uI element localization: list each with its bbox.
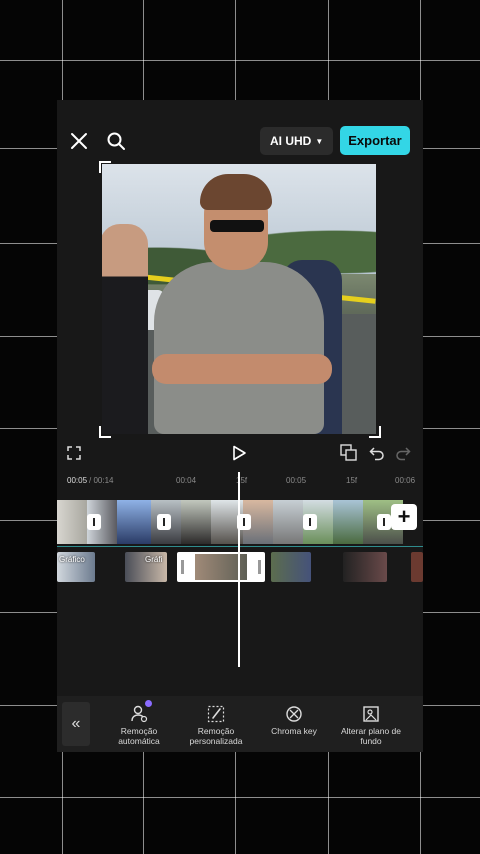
time-ruler: 00:05 / 00:14 00:04 15f 00:05 15f 00:06: [57, 472, 423, 488]
transition-marker[interactable]: [377, 514, 391, 530]
current-time: 00:05: [67, 476, 88, 485]
bottom-toolbar: « Remoção automática Remoção personaliza…: [57, 696, 423, 752]
redo-icon[interactable]: [394, 444, 412, 462]
tool-label: Remoção automática: [118, 726, 160, 746]
double-chevron-left-icon: «: [71, 715, 81, 732]
tool-chroma-key[interactable]: Chroma key: [256, 704, 332, 736]
overlay-clip[interactable]: [411, 552, 423, 582]
ruler-mark: 00:04: [176, 476, 197, 485]
tool-label: Remoção personalizada: [189, 726, 243, 746]
transition-marker[interactable]: [87, 514, 101, 530]
overlay-clip-selected[interactable]: [177, 552, 265, 582]
overlay-track[interactable]: Gráfico Gráfi: [57, 552, 423, 582]
transition-marker[interactable]: [303, 514, 317, 530]
tool-label: Chroma key: [271, 726, 317, 736]
overlay-clip[interactable]: [271, 552, 311, 582]
chevron-down-icon: ▼: [315, 136, 324, 146]
video-preview[interactable]: [57, 161, 423, 438]
video-frame: [102, 164, 376, 434]
ruler-mark: 00:05: [286, 476, 307, 485]
brush-icon: [206, 704, 226, 724]
play-icon[interactable]: [230, 444, 248, 462]
keyframe-icon[interactable]: [340, 444, 358, 462]
overlay-clip[interactable]: Gráfi: [125, 552, 167, 582]
fullscreen-icon[interactable]: [65, 444, 83, 462]
playhead[interactable]: [238, 472, 240, 667]
clip-label: Gráfi: [145, 555, 163, 564]
tool-label: Alterar plano de fundo: [340, 726, 401, 746]
transition-marker[interactable]: [157, 514, 171, 530]
track-divider: [57, 546, 423, 547]
player-controls: [57, 438, 423, 468]
export-button[interactable]: Exportar: [340, 126, 410, 155]
person-remove-icon: [129, 700, 152, 724]
crop-handle-top-left[interactable]: [99, 161, 111, 173]
crop-handle-bottom-left[interactable]: [99, 426, 111, 438]
clip-label: Gráfico: [59, 555, 85, 564]
collapse-toolbar-button[interactable]: «: [62, 702, 90, 746]
top-bar: AI UHD ▼ Exportar: [57, 100, 423, 162]
editor-window: AI UHD ▼ Exportar 00:05 / 00:14 00:04 15…: [57, 100, 423, 752]
overlay-clip[interactable]: [343, 552, 387, 582]
add-clip-button[interactable]: +: [391, 504, 417, 530]
total-time: / 00:14: [89, 476, 114, 485]
new-badge: [145, 700, 152, 707]
quality-dropdown[interactable]: AI UHD ▼: [260, 127, 334, 155]
close-icon[interactable]: [67, 129, 91, 153]
tool-change-background[interactable]: Alterar plano de fundo: [333, 704, 409, 746]
crop-handle-bottom-right[interactable]: [369, 426, 381, 438]
chroma-key-icon: [284, 704, 304, 724]
undo-icon[interactable]: [368, 444, 386, 462]
ruler-mark: 00:06: [395, 476, 416, 485]
search-icon[interactable]: [104, 129, 128, 153]
timeline[interactable]: + Gráfico Gráfi: [57, 492, 423, 702]
tool-auto-removal[interactable]: Remoção automática: [101, 700, 177, 746]
ruler-mark: 15f: [346, 476, 358, 485]
quality-label: AI UHD: [270, 134, 312, 148]
tool-custom-removal[interactable]: Remoção personalizada: [178, 704, 254, 746]
overlay-clip[interactable]: Gráfico: [57, 552, 95, 582]
background-icon: [361, 704, 381, 724]
